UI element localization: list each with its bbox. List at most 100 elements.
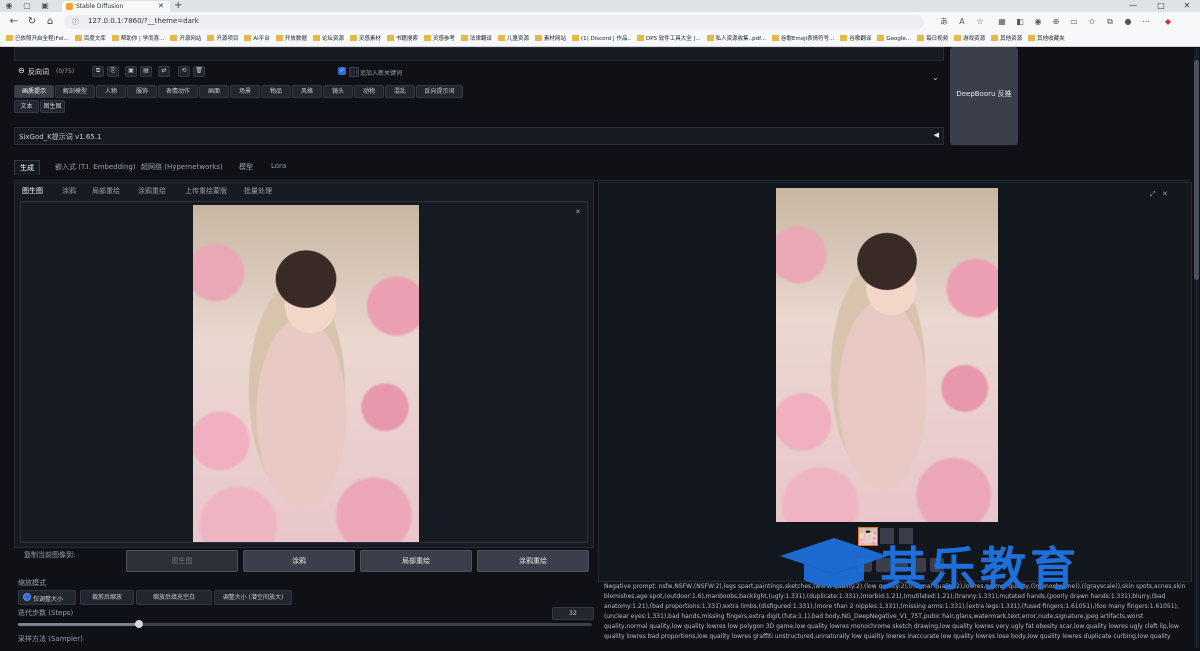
img2img-tab[interactable]: 涂鸦重绘 [138,186,166,196]
steps-input[interactable]: 32 [552,607,594,620]
img2img-tab[interactable]: 批量处理 [244,186,272,196]
category-tab[interactable]: 物品 [261,85,291,98]
bookmark-item[interactable]: 法律翻译 [460,32,492,46]
img2img-tab[interactable]: 图生图 [22,186,43,196]
bookmark-item[interactable]: Google... [877,32,911,46]
copy-to-inpaint-sketch-button[interactable]: 涂鸦重绘 [477,550,589,572]
img2img-tab[interactable]: 局部重绘 [92,186,120,196]
bookmark-item[interactable]: 谷歌Emoji表情符号... [771,32,834,46]
subcategory-tab[interactable]: 图生图 [40,100,65,113]
refresh-icon[interactable]: ↻ [26,16,38,28]
bookmark-item[interactable]: 开源项目 [207,32,238,46]
resize-option-1[interactable]: 仅调整大小 [18,590,76,605]
copy-to-inpaint-button[interactable]: 局部重绘 [360,550,472,572]
paste-icon[interactable]: ⎘ [107,66,119,77]
bookmark-item[interactable]: 帮助你 | 学而喜... [111,32,164,46]
clear-image-icon[interactable]: ✕ [575,208,581,216]
bookmark-item[interactable]: 百度文库 [74,32,106,46]
extension-expand-icon[interactable]: ◀ [934,131,939,139]
load-icon[interactable]: ▤ [140,66,152,77]
back-icon[interactable]: ← [8,16,20,28]
home-icon[interactable]: ⌂ [44,16,56,28]
category-tab[interactable]: 解剖模型 [55,85,95,98]
split-screen-icon[interactable]: ▭ [1068,16,1080,28]
browser-tab[interactable]: Stable Diffusion ✕ [62,1,170,12]
extension-icon[interactable]: ▦ [996,16,1008,28]
category-tab[interactable]: 风格 [292,85,322,98]
close-output-icon[interactable]: ✕ [1162,190,1168,198]
category-tab[interactable]: 画面 [199,85,229,98]
profile-avatar-icon[interactable]: ● [1122,16,1134,28]
copilot-icon[interactable]: ◆ [1162,16,1174,28]
extension-2-icon[interactable]: ◧ [1014,16,1026,28]
main-tab[interactable]: 生成 [14,160,40,175]
category-tab[interactable]: 动物 [354,85,384,98]
resize-option-3[interactable]: 缩放后填充空白 [136,590,212,605]
negative-toggle-icon[interactable]: ⊖ [18,66,25,75]
bookmark-item[interactable]: 其他资源 [991,32,1022,46]
category-tab[interactable]: 画质提示 [14,85,54,98]
bookmark-item[interactable]: 书籍搜索 [386,32,418,46]
minimize-icon[interactable]: — [1128,1,1138,11]
bookmark-item[interactable]: 私人资源收集..pdf... [706,32,766,46]
category-tab[interactable]: 人物 [96,85,126,98]
bookmark-item[interactable]: (1) Discord | 作品.. [571,32,631,46]
steps-slider-thumb[interactable] [134,620,143,628]
history-icon[interactable]: ⟲ [178,66,190,77]
category-tab[interactable]: 镜头 [323,85,353,98]
category-tab[interactable]: 场景 [230,85,260,98]
tab-actions-icon[interactable]: ▣ [40,1,50,11]
resize-option-2[interactable]: 裁剪后缩放 [80,590,134,605]
close-window-icon[interactable]: ✕ [1182,1,1192,11]
category-tab[interactable]: 表情动作 [158,85,198,98]
new-tab-icon[interactable]: + [174,0,182,11]
read-aloud-icon[interactable]: A [956,16,968,28]
url-bar[interactable]: ⓘ 127.0.0.1:7860/?__theme=dark [64,15,924,29]
output-image[interactable] [776,188,998,522]
copy-icon[interactable]: ⧉ [92,66,104,77]
profile-icon[interactable]: ◉ [4,1,14,11]
info-icon[interactable]: ⓘ [72,17,79,27]
collapse-icon[interactable]: ⌄ [932,73,939,82]
favorite-star-icon[interactable]: ☆ [974,16,986,28]
copy-to-img2img-button[interactable]: 图生图 [126,550,238,572]
bookmark-item[interactable]: 其他收藏夹 [1028,32,1065,46]
translate-prompt-icon[interactable]: ⇄ [158,66,170,77]
main-tab[interactable]: 模型 [234,160,258,174]
close-tab-icon[interactable]: ✕ [158,2,164,10]
maximize-icon[interactable]: □ [1156,1,1166,11]
bookmark-item[interactable]: 儿童资源 [497,32,529,46]
copy-to-sketch-button[interactable]: 涂鸦 [243,550,355,572]
main-tab[interactable]: 嵌入式 (T.I. Embedding) [50,160,141,174]
category-tab[interactable]: 反向提示词 [416,85,463,98]
bookmark-item[interactable]: 已依照开启全程(Fol... [6,32,69,46]
bookmark-item[interactable]: 游戏资源 [954,32,985,46]
collections-icon[interactable]: ⧉ [1104,16,1116,28]
translate-icon[interactable]: あ [938,16,950,28]
main-tab[interactable]: 超网络 (Hypernetworks) [136,160,228,174]
save-icon[interactable]: ▣ [125,66,137,77]
append-checkbox[interactable]: ✓ [338,67,346,75]
subcategory-tab[interactable]: 文本 [14,100,39,113]
extension-4-icon[interactable]: ⊕ [1050,16,1062,28]
page-scrollbar-thumb[interactable] [1194,60,1199,280]
bookmark-item[interactable]: 每日视频 [917,32,948,46]
img2img-tab[interactable]: 上传重绘蒙版 [185,186,227,196]
main-tab[interactable]: Lora [266,160,291,172]
append-checkbox-2[interactable] [349,67,359,77]
fullscreen-icon[interactable]: ⤢ [1150,190,1156,199]
img2img-tab[interactable]: 涂鸦 [62,186,76,196]
bookmark-item[interactable]: 素材网站 [534,32,566,46]
category-tab[interactable]: 服饰 [127,85,157,98]
trash-icon[interactable]: 🗑 [193,66,205,77]
resize-option-4[interactable]: 调整大小 (潜空间放大) [214,590,292,605]
extension-bar[interactable]: SixGod_K提示词 v1.65.1 ◀ [14,127,944,145]
bookmark-item[interactable]: DPS 软件工具大全 |... [637,32,701,46]
bookmark-item[interactable]: AI平台 [244,32,270,46]
bookmark-item[interactable]: 开源网站 [170,32,201,46]
bookmark-item[interactable]: 开放数据 [275,32,307,46]
bookmark-item[interactable]: 论坛资源 [312,32,344,46]
favorites-icon[interactable]: ✩ [1086,16,1098,28]
deepbooru-button[interactable]: DeepBooru 反推 [950,47,1018,145]
extension-3-icon[interactable]: ◉ [1032,16,1044,28]
